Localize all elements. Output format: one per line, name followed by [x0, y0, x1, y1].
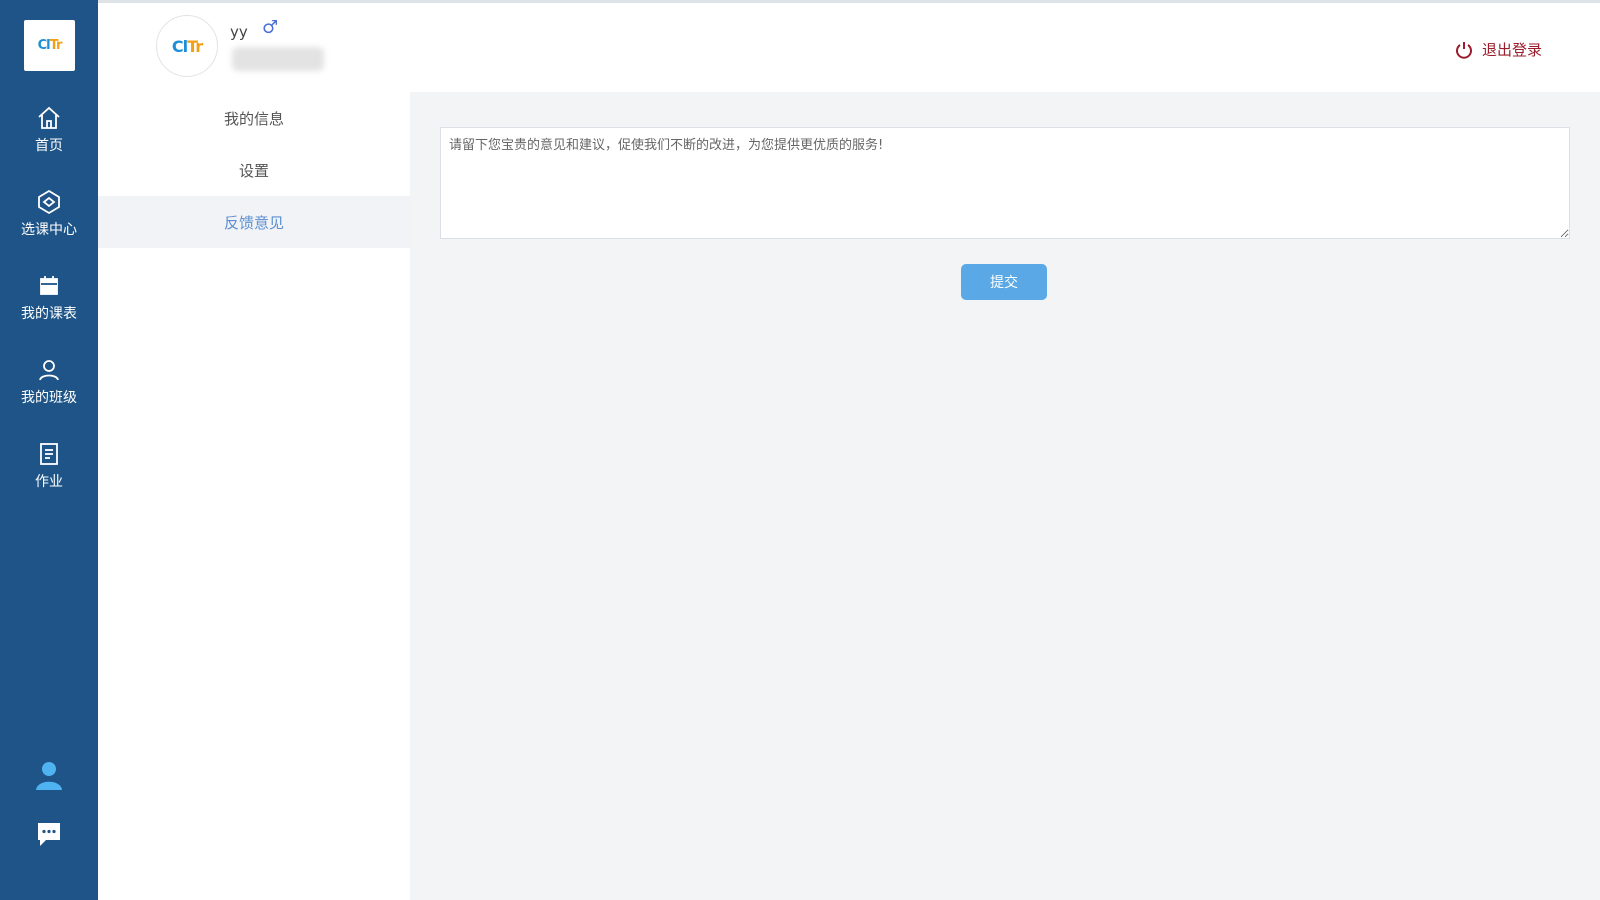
nav-item-label: 我的课表 — [21, 306, 77, 322]
chat-button[interactable] — [0, 820, 98, 848]
nav-item-my-class[interactable]: 我的班级 — [0, 356, 98, 407]
avatar-text-part2: Tr — [187, 36, 203, 56]
nav-item-course-center[interactable]: 选课中心 — [0, 188, 98, 239]
subnav-item-label: 设置 — [238, 161, 269, 180]
left-navigation: Cl Tr 首页 选课中心 我的课表 我的班级 作业 — [0, 0, 98, 900]
nav-item-homework[interactable]: 作业 — [0, 440, 98, 491]
profile-button[interactable] — [0, 760, 98, 792]
calendar-icon — [40, 276, 58, 295]
subnav-item-label: 我的信息 — [223, 109, 284, 128]
profile-icon — [36, 762, 62, 790]
logo-text-part1: Cl — [37, 38, 51, 53]
logo-text-part2: Tr — [49, 38, 63, 53]
avatar-text-part1: Cl — [171, 36, 188, 56]
male-icon: ♂ — [262, 17, 279, 38]
top-header: Cl Tr yy ♂ 退出登录 — [98, 0, 1600, 92]
nav-item-label: 选课中心 — [21, 222, 77, 238]
avatar[interactable]: Cl Tr — [156, 15, 218, 77]
chat-icon — [38, 823, 60, 846]
course-center-icon — [38, 189, 60, 215]
nav-item-schedule[interactable]: 我的课表 — [0, 272, 98, 323]
subnav-item-my-info[interactable]: 我的信息 — [98, 92, 410, 144]
app-logo[interactable]: Cl Tr — [24, 20, 75, 71]
subnav-item-label: 反馈意见 — [223, 213, 284, 232]
main-content: 提交 — [410, 92, 1600, 900]
homework-icon — [40, 443, 58, 465]
submit-button[interactable]: 提交 — [961, 264, 1047, 300]
user-icon — [39, 360, 59, 381]
feedback-textarea[interactable] — [440, 127, 1570, 239]
settings-subnav: 我的信息 设置 反馈意见 — [98, 92, 410, 900]
nav-item-label: 我的班级 — [21, 390, 77, 406]
logout-label: 退出登录 — [1481, 41, 1542, 59]
blurred-user-info — [232, 47, 324, 71]
home-icon — [38, 106, 60, 129]
nav-item-label: 作业 — [35, 474, 63, 490]
username: yy — [230, 23, 248, 41]
power-icon — [1456, 41, 1472, 59]
nav-item-home[interactable]: 首页 — [0, 104, 98, 155]
app-window: Cl Tr 首页 选课中心 我的课表 我的班级 作业 Cl Tr yy ♂ 退出… — [0, 0, 1600, 900]
nav-item-label: 首页 — [35, 138, 63, 154]
subnav-item-settings[interactable]: 设置 — [98, 144, 410, 196]
logout-button[interactable]: 退出登录 — [1454, 39, 1542, 60]
subnav-item-feedback[interactable]: 反馈意见 — [98, 196, 410, 248]
